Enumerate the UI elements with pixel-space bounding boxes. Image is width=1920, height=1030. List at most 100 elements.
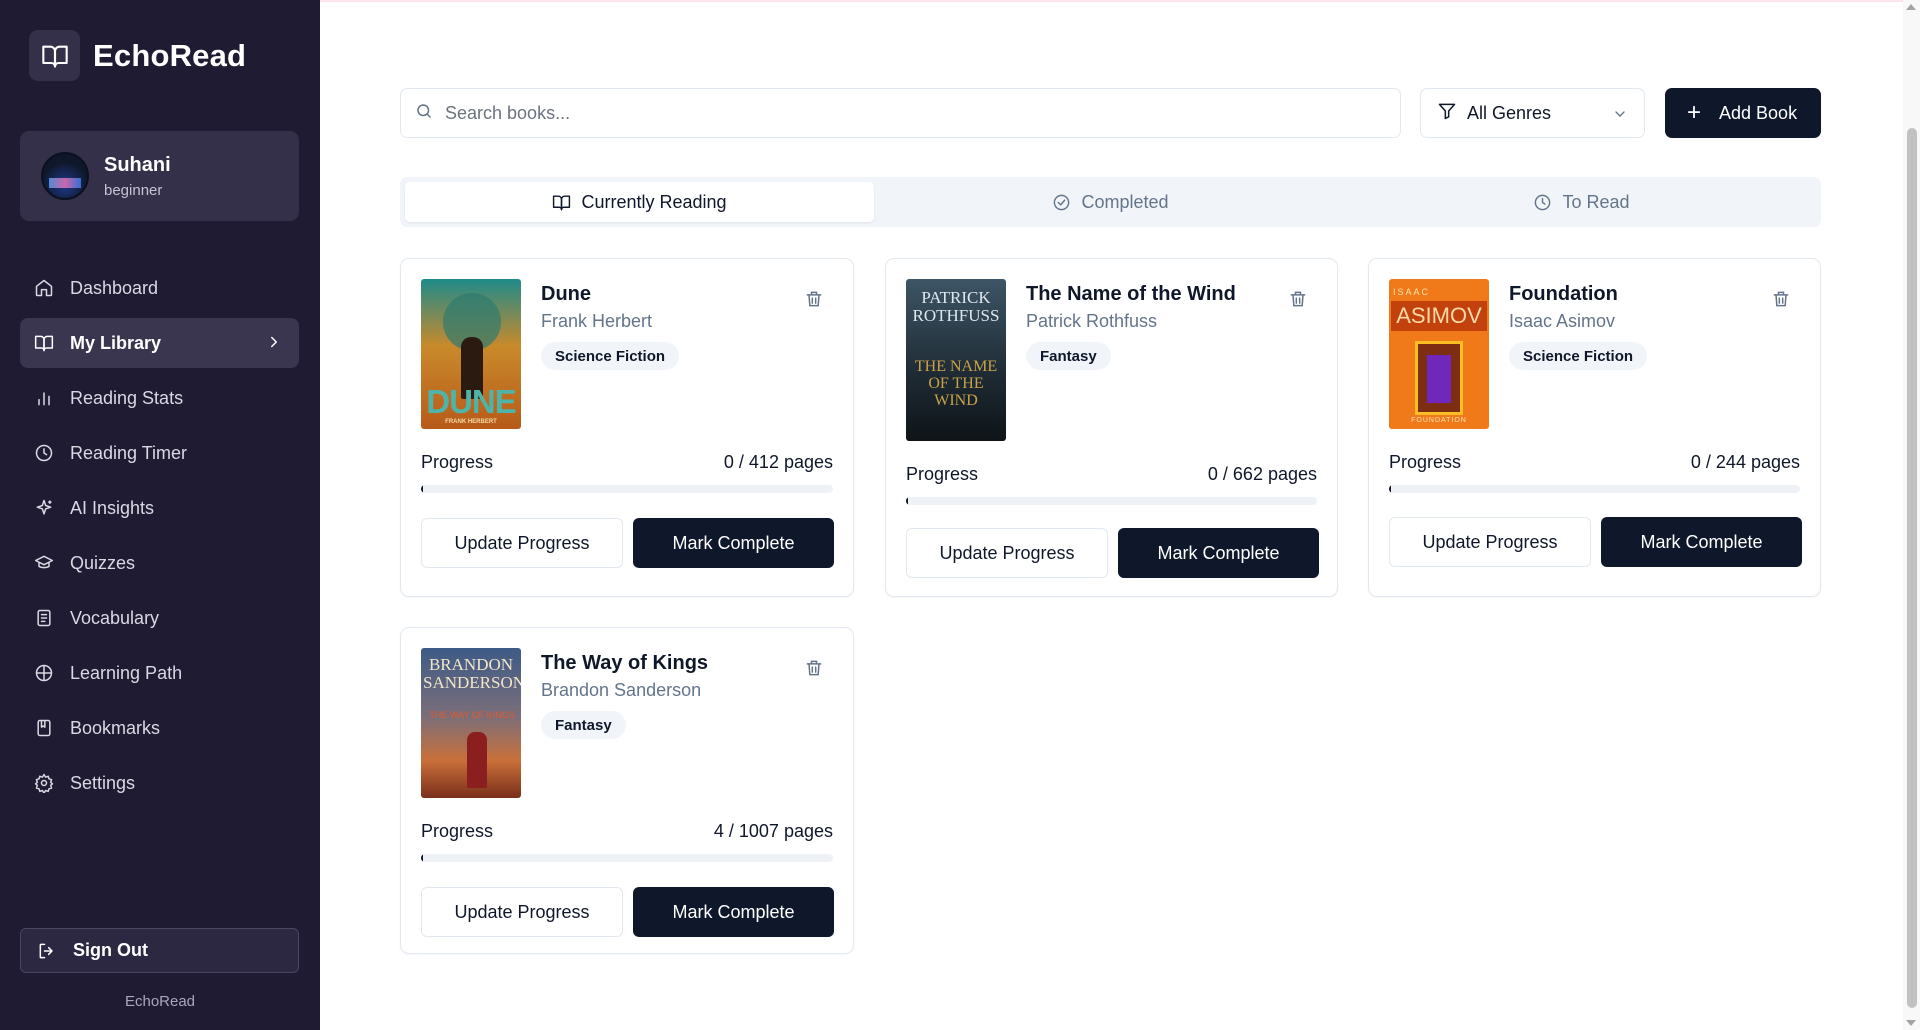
book-author: Isaac Asimov (1509, 311, 1616, 331)
trash-icon[interactable] (804, 658, 824, 683)
home-icon (34, 278, 54, 298)
update-progress-button[interactable]: Update Progress (421, 887, 623, 937)
sidebar-item-settings[interactable]: Settings (20, 758, 299, 808)
graduation-cap-icon (34, 553, 54, 573)
search-box[interactable] (400, 88, 1401, 138)
book-author: Patrick Rothfuss (1026, 311, 1158, 331)
book-title: Dune (541, 283, 591, 305)
genre-badge: Fantasy (1026, 342, 1111, 370)
book-open-icon (552, 193, 571, 212)
update-progress-button[interactable]: Update Progress (1389, 517, 1591, 567)
sidebar-item-quizzes[interactable]: Quizzes (20, 538, 299, 588)
sidebar-item-reading-stats[interactable]: Reading Stats (20, 373, 299, 423)
genre-filter-label: All Genres (1467, 102, 1552, 123)
progress-fill (421, 485, 424, 493)
book-card: ISAAC ASIMOV FOUNDATION Foundation Isaac… (1368, 258, 1821, 597)
cover-subtitle: THE NAME OF THE WIND (914, 358, 998, 409)
notebook-icon (34, 608, 54, 628)
progress-pages: 4 / 1007 pages (713, 821, 833, 841)
tab-label: To Read (1562, 191, 1630, 212)
trash-icon[interactable] (804, 289, 824, 314)
gear-icon (34, 773, 54, 793)
scroll-up-arrow-icon[interactable] (1906, 4, 1916, 10)
bar-chart-icon (34, 388, 54, 408)
mark-complete-button[interactable]: Mark Complete (633, 887, 834, 937)
genre-badge: Science Fiction (1509, 342, 1648, 370)
book-open-icon (29, 30, 80, 81)
sidebar-item-label: Bookmarks (70, 717, 161, 738)
book-author: Frank Herbert (541, 311, 653, 331)
sidebar-item-vocabulary[interactable]: Vocabulary (20, 593, 299, 643)
progress-label: Progress (421, 821, 494, 841)
mark-complete-button[interactable]: Mark Complete (1601, 517, 1802, 567)
sparkles-icon (34, 498, 54, 518)
book-cover: ISAAC ASIMOV FOUNDATION (1389, 279, 1489, 429)
sidebar-item-dashboard[interactable]: Dashboard (20, 263, 299, 313)
progress-fill (906, 497, 909, 505)
trash-icon[interactable] (1288, 289, 1308, 314)
book-cover: BRANDON SANDERSON THE WAY OF KINGS (421, 648, 521, 798)
bookmark-icon (34, 718, 54, 738)
scroll-thumb[interactable] (1907, 128, 1917, 1008)
trash-icon[interactable] (1771, 289, 1791, 314)
clock-icon (1533, 193, 1552, 212)
genre-filter-select[interactable]: All Genres (1420, 88, 1645, 138)
scroll-down-arrow-icon[interactable] (1906, 1020, 1916, 1026)
filter-icon (1437, 101, 1457, 126)
progress-pages: 0 / 244 pages (1690, 452, 1800, 472)
sign-out-button[interactable]: Sign Out (20, 928, 299, 973)
book-card: DUNE FRANK HERBERT Dune Frank Herbert Sc… (400, 258, 854, 597)
tab-to-read[interactable]: To Read (1347, 182, 1816, 222)
book-author: Brandon Sanderson (541, 680, 702, 700)
sidebar-item-learning-path[interactable]: Learning Path (20, 648, 299, 698)
sidebar-item-my-library[interactable]: My Library (20, 318, 299, 368)
progress-bar (421, 854, 833, 862)
log-out-icon (37, 941, 57, 961)
genre-badge: Science Fiction (541, 342, 680, 370)
sidebar-nav: Dashboard My Library Reading Stats Readi… (20, 263, 299, 813)
progress-pages: 0 / 662 pages (1207, 464, 1317, 484)
update-progress-button[interactable]: Update Progress (906, 528, 1108, 578)
tab-completed[interactable]: Completed (874, 182, 1347, 222)
sidebar-item-label: Vocabulary (70, 607, 160, 628)
search-icon (415, 102, 433, 125)
genre-badge: Fantasy (541, 711, 626, 739)
book-cover: PATRICK ROTHFUSS THE NAME OF THE WIND (906, 279, 1006, 441)
cover-subtitle: ISAAC (1393, 287, 1431, 297)
progress-fill (1389, 485, 1392, 493)
add-book-label: Add Book (1719, 102, 1798, 123)
sidebar-item-label: Reading Timer (70, 442, 188, 463)
cover-title: ASIMOV (1396, 303, 1482, 328)
progress-pages: 0 / 412 pages (723, 452, 833, 472)
update-progress-button[interactable]: Update Progress (421, 518, 623, 568)
user-card[interactable]: Suhani beginner (20, 131, 299, 221)
tab-label: Completed (1081, 191, 1169, 212)
sidebar-item-label: Settings (70, 772, 136, 793)
sidebar-item-label: Reading Stats (70, 387, 184, 408)
add-book-button[interactable]: + Add Book (1665, 88, 1821, 138)
search-input[interactable] (445, 102, 1345, 124)
book-card: BRANDON SANDERSON THE WAY OF KINGS The W… (400, 627, 854, 954)
clock-icon (34, 443, 54, 463)
page-scrollbar[interactable] (1903, 0, 1920, 1030)
tab-currently-reading[interactable]: Currently Reading (405, 182, 874, 222)
book-card: PATRICK ROTHFUSS THE NAME OF THE WIND Th… (885, 258, 1338, 597)
cover-subtitle: FRANK HERBERT (445, 419, 497, 425)
book-title: The Name of the Wind (1026, 283, 1236, 305)
sidebar-item-label: Dashboard (70, 277, 159, 298)
mark-complete-button[interactable]: Mark Complete (633, 518, 834, 568)
check-circle-icon (1052, 193, 1071, 212)
footer-brand: EchoRead (124, 993, 196, 1010)
sidebar-item-label: AI Insights (70, 497, 155, 518)
sidebar-item-reading-timer[interactable]: Reading Timer (20, 428, 299, 478)
sidebar-item-ai-insights[interactable]: AI Insights (20, 483, 299, 533)
avatar (41, 152, 89, 200)
book-title: The Way of Kings (541, 652, 709, 674)
compass-icon (34, 663, 54, 683)
sidebar: EchoRead Suhani beginner Dashboard My Li… (0, 0, 320, 1030)
sidebar-item-label: Learning Path (70, 662, 183, 683)
sidebar-item-bookmarks[interactable]: Bookmarks (20, 703, 299, 753)
brand[interactable]: EchoRead (29, 30, 246, 81)
progress-bar (421, 485, 833, 493)
mark-complete-button[interactable]: Mark Complete (1118, 528, 1319, 578)
